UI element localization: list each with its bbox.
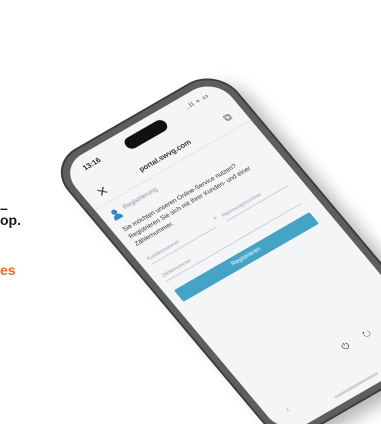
bottom-toolbar-icons[interactable]: ⏻ ↻ ⊘ (339, 313, 381, 352)
phone-screen: 13:16 ..ll ≈ ▭ ✕ portal.swvg.com ⧉ Regis… (59, 77, 381, 424)
home-indicator (333, 371, 379, 399)
plus-separator: + (211, 215, 220, 223)
status-icons: ..ll ≈ ▭ (183, 92, 212, 112)
phone-stage: 13:16 ..ll ≈ ▭ ✕ portal.swvg.com ⧉ Regis… (0, 0, 381, 424)
user-icon (108, 208, 124, 221)
back-chevron-icon[interactable]: ‹ (283, 405, 292, 414)
status-time: 13:16 (80, 156, 103, 172)
phone-device: 13:16 ..ll ≈ ▭ ✕ portal.swvg.com ⧉ Regis… (49, 69, 381, 424)
